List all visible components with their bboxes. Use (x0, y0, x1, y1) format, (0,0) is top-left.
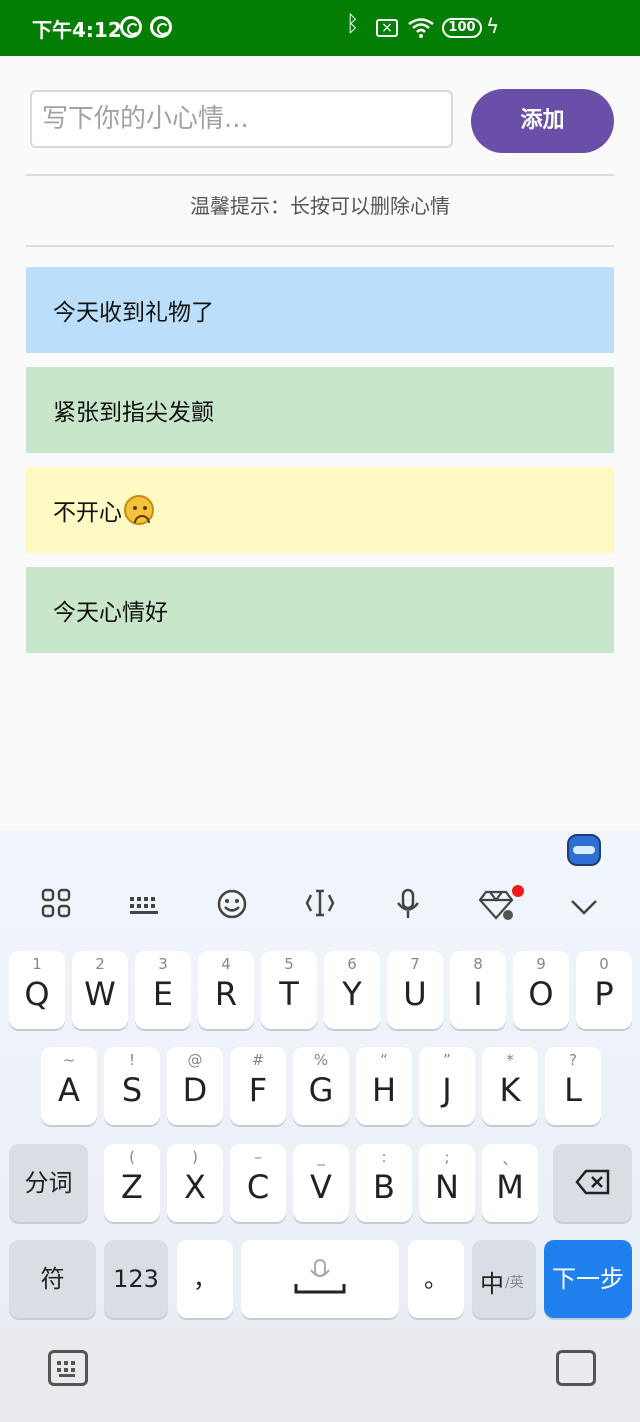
key-y[interactable]: 6Y (324, 951, 380, 1029)
backspace-icon (574, 1169, 609, 1195)
key-a[interactable]: ~ A (41, 1047, 97, 1125)
slightly-frowning-face-icon (124, 495, 154, 525)
notification-ring-icon (120, 16, 142, 38)
key-p[interactable]: 0P (576, 951, 632, 1029)
language-switch-key[interactable]: 中 /英 (472, 1240, 536, 1318)
divider (26, 174, 614, 176)
key-h[interactable]: “H (356, 1047, 412, 1125)
emoji-icon[interactable] (212, 888, 252, 928)
mood-item[interactable]: 紧张到指尖发颤 (26, 367, 614, 453)
keyboard-switch-icon[interactable] (48, 1350, 88, 1386)
mood-text: 不开心 (53, 500, 122, 526)
battery-icon: 100 (442, 18, 482, 38)
key-z[interactable]: (Z (104, 1144, 160, 1222)
mood-item[interactable]: 不开心 (26, 467, 614, 553)
key-g[interactable]: % G (293, 1047, 349, 1125)
key-q[interactable]: 1Q (9, 951, 65, 1029)
key-c[interactable]: – C (230, 1144, 286, 1222)
status-time: 下午4:12 (32, 18, 122, 42)
key-x[interactable]: ) X (167, 1144, 223, 1222)
key-t[interactable]: 5T (261, 951, 317, 1029)
number-key[interactable]: 123 (104, 1240, 168, 1318)
space-key[interactable] (241, 1240, 399, 1318)
key-u[interactable]: 7U (387, 951, 443, 1029)
key-f[interactable]: # F (230, 1047, 286, 1125)
mood-text: 紧张到指尖发颤 (53, 400, 214, 426)
mood-input[interactable] (32, 92, 451, 146)
key-n[interactable]: ; N (419, 1144, 475, 1222)
text-cursor-icon[interactable] (300, 888, 340, 928)
mood-item[interactable]: 今天心情好 (26, 567, 614, 653)
key-d[interactable]: @ D (167, 1047, 223, 1125)
bluetooth-icon: ᛒ (346, 12, 360, 37)
mood-text: 今天收到礼物了 (53, 300, 214, 326)
key-i[interactable]: 8I (450, 951, 506, 1029)
key-j[interactable]: ” J (419, 1047, 475, 1125)
apps-grid-icon[interactable] (36, 888, 76, 928)
key-s[interactable]: ! S (104, 1047, 160, 1125)
mood-text: 今天心情好 (53, 600, 168, 626)
no-sim-icon: × (376, 19, 398, 37)
symbol-key[interactable]: 符 (9, 1240, 96, 1318)
mood-item[interactable]: 今天收到礼物了 (26, 267, 614, 353)
key-e[interactable]: 3E (135, 951, 191, 1029)
key-m[interactable]: 、 M (482, 1144, 538, 1222)
period-key[interactable]: 。 (408, 1240, 464, 1318)
key-v[interactable]: _ V (293, 1144, 349, 1222)
diamond-icon[interactable] (476, 888, 516, 928)
chevron-down-icon[interactable] (564, 888, 604, 928)
key-l[interactable]: ? L (545, 1047, 601, 1125)
status-bar: 下午4:12 ᛒ × 100 ϟ (0, 0, 640, 56)
assistant-mascot-icon[interactable] (567, 834, 601, 866)
mood-input-container[interactable] (30, 90, 453, 148)
mood-list: 今天收到礼物了 紧张到指尖发颤 不开心 今天心情好 (26, 267, 614, 667)
navigation-bar (0, 1326, 640, 1422)
keyboard-icon[interactable] (124, 888, 164, 928)
microphone-icon[interactable] (388, 888, 428, 928)
key-b[interactable]: :B (356, 1144, 412, 1222)
charging-icon: ϟ (486, 14, 500, 38)
key-r[interactable]: 4R (198, 951, 254, 1029)
divider (26, 245, 614, 247)
notification-ring-icon (150, 16, 172, 38)
space-mic-icon (294, 1259, 346, 1294)
key-w[interactable]: 2W (72, 951, 128, 1029)
segment-key[interactable]: 分词 (9, 1144, 88, 1222)
key-o[interactable]: 9O (513, 951, 569, 1029)
add-button[interactable]: 添加 (471, 89, 614, 153)
notification-dot (512, 885, 524, 897)
comma-key[interactable]: ， (177, 1240, 233, 1318)
hint-text: 温馨提示：长按可以删除心情 (190, 194, 450, 218)
clipboard-icon[interactable] (556, 1350, 596, 1386)
wifi-icon (408, 18, 434, 38)
backspace-key[interactable] (553, 1144, 632, 1222)
next-key[interactable]: 下一步 (544, 1240, 632, 1318)
key-k[interactable]: * K (482, 1047, 538, 1125)
